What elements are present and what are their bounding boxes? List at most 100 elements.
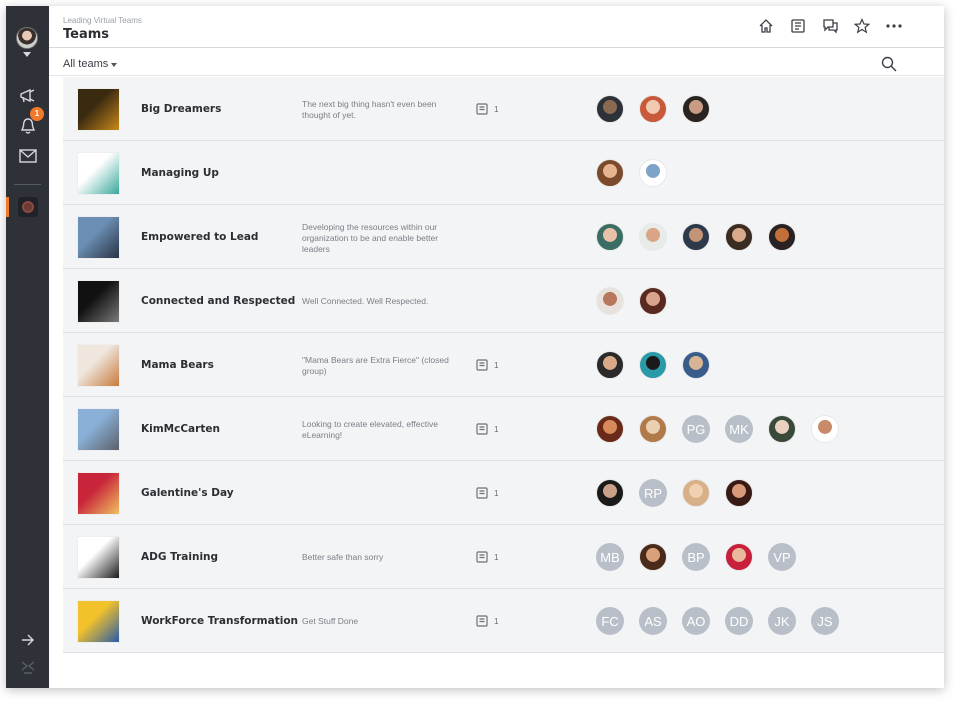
library-icon <box>476 487 488 499</box>
member-avatar[interactable] <box>596 479 624 507</box>
member-avatar[interactable]: AO <box>682 607 710 635</box>
home-icon[interactable] <box>756 16 776 36</box>
library-icon <box>476 615 488 627</box>
team-description: Get Stuff Done <box>302 616 359 626</box>
course-count: 1 <box>476 615 499 627</box>
member-avatar[interactable] <box>639 351 667 379</box>
team-row[interactable]: WorkForce Transformation Get Stuff Done 1 F… <box>63 589 944 653</box>
app-window: 1 Leading Virtual Teams Teams All teams … <box>6 6 944 688</box>
member-avatar[interactable] <box>682 351 710 379</box>
member-avatar[interactable] <box>639 95 667 123</box>
member-avatar[interactable] <box>639 223 667 251</box>
member-avatar[interactable] <box>682 223 710 251</box>
member-avatar[interactable]: DD <box>725 607 753 635</box>
member-avatar[interactable] <box>596 287 624 315</box>
team-name[interactable]: Galentine's Day <box>141 487 234 499</box>
team-thumbnail[interactable] <box>77 216 120 259</box>
member-avatar[interactable]: MK <box>725 415 753 443</box>
member-avatar[interactable]: FC <box>596 607 624 635</box>
notification-badge: 1 <box>30 107 44 121</box>
team-row[interactable]: Connected and Respected Well Connected. W… <box>63 269 944 333</box>
member-avatar[interactable] <box>768 223 796 251</box>
megaphone-icon[interactable] <box>17 85 39 107</box>
sidebar: 1 <box>6 6 49 688</box>
chat-icon[interactable] <box>820 16 840 36</box>
member-avatar[interactable] <box>811 415 839 443</box>
member-avatar[interactable]: MB <box>596 543 624 571</box>
member-avatar[interactable] <box>596 159 624 187</box>
chevron-down-icon[interactable] <box>111 63 117 67</box>
member-avatar[interactable] <box>596 415 624 443</box>
arrow-right-icon[interactable] <box>17 629 39 651</box>
team-row[interactable]: Big Dreamers The next big thing hasn't ev… <box>63 77 944 141</box>
member-avatar[interactable] <box>768 415 796 443</box>
team-thumbnail[interactable] <box>77 408 120 451</box>
team-row[interactable]: Galentine's Day 1 RP <box>63 461 944 525</box>
team-description: Developing the resources within our orga… <box>302 222 439 254</box>
member-avatar[interactable] <box>682 479 710 507</box>
page-title: Teams <box>63 27 110 42</box>
team-thumbnail[interactable] <box>77 344 120 387</box>
chevron-down-icon[interactable] <box>23 52 31 57</box>
team-name[interactable]: Mama Bears <box>141 359 214 371</box>
team-thumbnail[interactable] <box>77 536 120 579</box>
team-row[interactable]: Mama Bears "Mama Bears are Extra Fierce" … <box>63 333 944 397</box>
sidebar-item-team[interactable] <box>18 197 38 217</box>
team-name[interactable]: Managing Up <box>141 167 219 179</box>
member-list <box>596 223 796 251</box>
library-icon <box>476 359 488 371</box>
member-avatar[interactable] <box>639 159 667 187</box>
team-description: Looking to create elevated, effective eL… <box>302 419 438 440</box>
member-avatar[interactable] <box>639 415 667 443</box>
member-avatar[interactable] <box>639 543 667 571</box>
team-thumbnail[interactable] <box>77 88 120 131</box>
member-avatar[interactable] <box>725 223 753 251</box>
team-row[interactable]: Managing Up <box>63 141 944 205</box>
member-avatar[interactable] <box>596 223 624 251</box>
team-thumbnail[interactable] <box>77 600 120 643</box>
mail-icon[interactable] <box>17 145 39 167</box>
team-row[interactable]: ADG Training Better safe than sorry 1 MB BP V… <box>63 525 944 589</box>
member-list: PG MK <box>596 415 839 443</box>
team-name[interactable]: Empowered to Lead <box>141 231 258 243</box>
breadcrumb[interactable]: Leading Virtual Teams <box>63 16 142 25</box>
course-count: 1 <box>476 103 499 115</box>
course-count-value: 1 <box>494 488 499 498</box>
team-thumbnail[interactable] <box>77 152 120 195</box>
course-count: 1 <box>476 551 499 563</box>
member-list <box>596 95 710 123</box>
team-name[interactable]: Big Dreamers <box>141 103 221 115</box>
member-list: MB BP VP <box>596 543 796 571</box>
team-row[interactable]: Empowered to Lead Developing the resource… <box>63 205 944 269</box>
member-avatar[interactable] <box>639 287 667 315</box>
team-name[interactable]: KimMcCarten <box>141 423 220 435</box>
team-name[interactable]: Connected and Respected <box>141 295 295 307</box>
team-name[interactable]: WorkForce Transformation <box>141 615 298 627</box>
library-icon <box>476 551 488 563</box>
member-avatar[interactable]: JS <box>811 607 839 635</box>
team-filter-dropdown[interactable]: All teams <box>63 58 108 70</box>
user-avatar[interactable] <box>16 27 38 49</box>
library-icon[interactable] <box>788 16 808 36</box>
library-icon <box>476 103 488 115</box>
member-avatar[interactable] <box>596 95 624 123</box>
team-row[interactable]: KimMcCarten Looking to create elevated, e… <box>63 397 944 461</box>
member-avatar[interactable] <box>596 351 624 379</box>
filter-bar: All teams <box>49 49 944 76</box>
member-avatar[interactable]: JK <box>768 607 796 635</box>
member-avatar[interactable]: AS <box>639 607 667 635</box>
active-indicator <box>6 197 9 217</box>
member-avatar[interactable] <box>725 479 753 507</box>
member-avatar[interactable] <box>725 543 753 571</box>
member-avatar[interactable]: RP <box>639 479 667 507</box>
member-avatar[interactable]: VP <box>768 543 796 571</box>
team-thumbnail[interactable] <box>77 472 120 515</box>
search-icon[interactable] <box>880 55 898 73</box>
member-avatar[interactable]: BP <box>682 543 710 571</box>
member-avatar[interactable] <box>682 95 710 123</box>
more-icon[interactable] <box>884 16 904 36</box>
member-avatar[interactable]: PG <box>682 415 710 443</box>
team-thumbnail[interactable] <box>77 280 120 323</box>
star-icon[interactable] <box>852 16 872 36</box>
team-name[interactable]: ADG Training <box>141 551 218 563</box>
